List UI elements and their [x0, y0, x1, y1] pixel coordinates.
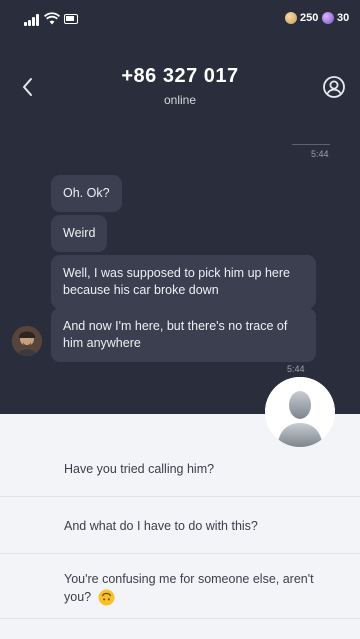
message-time: 5:44: [287, 364, 305, 374]
coin-icon: [285, 12, 297, 24]
coins-counter: 250: [285, 12, 318, 24]
contact-status: online: [163, 93, 197, 107]
wifi-icon: [44, 12, 60, 25]
reply-option[interactable]: You're confusing me for someone else, ar…: [0, 570, 360, 606]
gems-counter: 30: [322, 12, 349, 24]
message-time: 5:44: [311, 149, 329, 159]
received-message: Oh. Ok?: [51, 175, 122, 212]
gems-value: 30: [337, 12, 350, 24]
upside-down-face-emoji: [98, 589, 115, 606]
signal-icon: [24, 14, 40, 26]
contact-avatar: [12, 326, 42, 356]
option-divider: [0, 618, 360, 619]
received-message: And now I'm here, but there's no trace o…: [51, 308, 316, 362]
contact-number: +86 327 017: [121, 65, 239, 87]
received-message: Weird: [51, 215, 108, 252]
player-avatar: [265, 377, 335, 447]
sent-message-divider: [292, 144, 330, 145]
reply-option[interactable]: And what do I have to do with this?: [0, 517, 360, 535]
coins-value: 250: [300, 12, 319, 24]
status-bar: 250 30: [0, 0, 360, 40]
gem-icon: [322, 12, 334, 24]
received-message: Well, I was supposed to pick him up here…: [51, 255, 316, 309]
battery-icon: [64, 14, 78, 24]
chat-header: +86 327 017 online: [0, 55, 360, 125]
option-divider: [0, 553, 360, 554]
user-circle-icon[interactable]: [322, 75, 346, 99]
option-divider: [0, 496, 360, 497]
reply-option[interactable]: Have you tried calling him?: [0, 460, 360, 478]
